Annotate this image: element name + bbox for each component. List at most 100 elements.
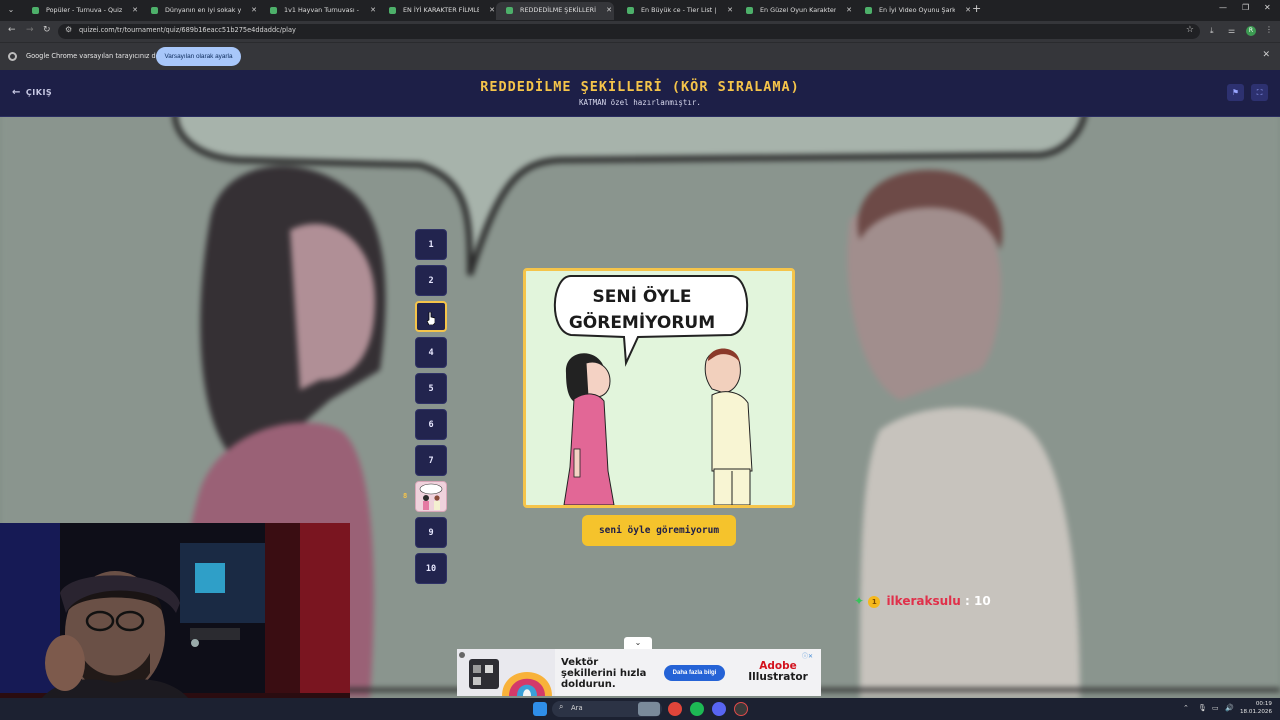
browser-tab[interactable]: 1v1 Hayvan Turnuvası - Tier List ✕ — [260, 2, 378, 20]
quiz-title: REDDEDİLME ŞEKİLLERİ (KÖR SIRALAMA) — [480, 79, 800, 95]
tab-title: En İyi Video Oyunu Şarkısı (GÜ — [879, 6, 955, 14]
thumbnail-image — [416, 482, 446, 511]
ad-headline: Vektör şekillerini hızla doldurun. — [561, 657, 647, 690]
site-info-icon[interactable]: ⚙ — [65, 25, 72, 34]
close-tab-icon[interactable]: ✕ — [489, 2, 495, 18]
quiz-header: ← ÇIKIŞ REDDEDİLME ŞEKİLLERİ (KÖR SIRALAM… — [0, 70, 1280, 117]
obs-app-icon[interactable] — [734, 702, 748, 716]
chat-username: ilkeraksulu — [886, 594, 961, 608]
restore-icon[interactable]: ❐ — [1242, 3, 1249, 12]
taskbar-search-label: Ara — [571, 704, 583, 712]
spotify-app-icon[interactable] — [690, 702, 704, 716]
browser-tab[interactable]: EN İYİ KARAKTER FİLMLERİ TV ✕ — [379, 2, 497, 20]
infobar-message: Google Chrome varsayılan tarayıcınız değ… — [26, 52, 168, 60]
search-highlight-icon[interactable] — [638, 702, 660, 716]
ad-illustration — [457, 649, 555, 696]
tab-title: En Büyük ce - Tier List | Kör Sırala — [641, 6, 717, 14]
favicon-icon — [627, 7, 634, 14]
ad-brand-line-2: Illustrator — [748, 671, 808, 683]
rank-slot-8-thumbnail[interactable] — [415, 481, 447, 512]
tab-title: En Güzel Oyun Karakteri - Tier — [760, 6, 836, 14]
browser-tab-active[interactable]: REDDEDİLME ŞEKİLLERİ (KÖR S... ✕ — [496, 2, 614, 20]
close-tab-icon[interactable]: ✕ — [132, 2, 138, 18]
browser-tab[interactable]: En İyi Video Oyunu Şarkısı (GÜ ✕ — [855, 2, 973, 20]
favicon-icon — [32, 7, 39, 14]
browser-tab[interactable]: En Güzel Oyun Karakteri - Tier ✕ — [736, 2, 854, 20]
tab-title: Popüler - Turnuva - Quizei — [46, 6, 122, 14]
rank-slot-6[interactable]: 6 — [415, 409, 447, 440]
reload-icon[interactable]: ↻ — [43, 25, 51, 35]
default-browser-infobar: Google Chrome varsayılan tarayıcınız değ… — [0, 42, 1280, 70]
browser-tab[interactable]: Dünyanın en iyi sokak yemeği ✕ — [141, 2, 259, 20]
profile-avatar[interactable]: R — [1246, 26, 1256, 36]
bookmark-star-icon[interactable]: ☆ — [1186, 25, 1194, 35]
tray-chevron-icon[interactable]: ⌃ — [1183, 704, 1189, 712]
back-arrow-icon[interactable]: ← — [8, 25, 16, 35]
window-close-icon[interactable]: ✕ — [1264, 3, 1271, 12]
taskbar-clock[interactable]: 00:19 18.01.2026 — [1240, 701, 1272, 716]
ad-info-icon[interactable]: ⓘ✕ — [802, 651, 818, 660]
rank-slot-10[interactable]: 10 — [415, 553, 447, 584]
answer-label-button[interactable]: seni öyle göremiyorum — [582, 515, 736, 546]
chat-separator: : — [965, 594, 970, 608]
discord-app-icon[interactable] — [712, 702, 726, 716]
favicon-icon — [270, 7, 277, 14]
close-tab-icon[interactable]: ✕ — [251, 2, 257, 18]
rank-number-8: 8 — [403, 492, 408, 500]
rank-slot-7[interactable]: 7 — [415, 445, 447, 476]
new-tab-button[interactable]: + — [972, 2, 981, 15]
tab-title: 1v1 Hayvan Turnuvası - Tier List — [284, 6, 360, 14]
favicon-icon — [506, 7, 513, 14]
search-icon: ⌕ — [559, 702, 564, 711]
quiz-subtitle: KATMAN özel hazırlanmıştır. — [579, 98, 701, 107]
ad-learn-more-button[interactable]: Daha fazla bilgi — [664, 665, 725, 681]
rank-slot-2[interactable]: 2 — [415, 265, 447, 296]
speech-text-line-1: SENİ ÖYLE — [593, 285, 692, 307]
ad-collapse-toggle[interactable]: ⌄ — [624, 637, 652, 649]
webcam-image — [0, 523, 350, 720]
chrome-app-icon[interactable] — [668, 702, 682, 716]
set-default-button[interactable]: Varsayılan olarak ayarla — [156, 47, 241, 66]
rank-slot-5[interactable]: 5 — [415, 373, 447, 404]
chat-message: 10 — [974, 594, 991, 608]
plus-badge-icon: ✦ — [854, 594, 865, 608]
quiz-item-card: SENİ ÖYLE GÖREMİYORUM — [523, 268, 795, 508]
infobar-close-icon[interactable]: ✕ — [1262, 50, 1270, 60]
favicon-icon — [746, 7, 753, 14]
rank-slot-1[interactable]: 1 — [415, 229, 447, 260]
rank-slot-4[interactable]: 4 — [415, 337, 447, 368]
speech-text-line-2: GÖREMİYORUM — [569, 311, 715, 333]
tab-title: REDDEDİLME ŞEKİLLERİ (KÖR S... — [520, 6, 596, 14]
microphone-icon[interactable]: 🎙 — [1198, 704, 1207, 712]
forward-arrow-icon[interactable]: → — [26, 25, 34, 35]
minimize-icon[interactable]: — — [1219, 3, 1227, 12]
tab-search-button[interactable]: ⌄ — [4, 3, 18, 17]
fullscreen-icon[interactable]: ⛶ — [1251, 84, 1268, 101]
close-tab-icon[interactable]: ✕ — [606, 2, 612, 18]
favicon-icon — [865, 7, 872, 14]
advertisement-banner[interactable]: Vektör şekillerini hızla doldurun. Daha … — [457, 649, 821, 696]
close-tab-icon[interactable]: ✕ — [965, 2, 971, 18]
browser-tab-strip: ⌄ Popüler - Turnuva - Quizei ✕ Dünyanın e… — [0, 0, 1280, 21]
hand-cursor-icon — [427, 312, 435, 325]
network-icon[interactable]: ▭ — [1212, 704, 1219, 712]
clock-date: 18.01.2026 — [1240, 708, 1273, 715]
extension-icon[interactable]: ⚌ — [1228, 26, 1235, 35]
flag-icon[interactable]: ⚑ — [1227, 84, 1244, 101]
close-tab-icon[interactable]: ✕ — [370, 2, 376, 18]
browser-tab[interactable]: En Büyük ce - Tier List | Kör Sırala ✕ — [617, 2, 735, 20]
chrome-logo-icon — [8, 52, 17, 61]
close-tab-icon[interactable]: ✕ — [846, 2, 852, 18]
download-icon[interactable]: ⤓ — [1210, 26, 1214, 36]
url-text[interactable]: quizei.com/tr/tournament/quiz/689b16eacc… — [79, 26, 296, 34]
address-bar[interactable]: ⚙ quizei.com/tr/tournament/quiz/689b16ea… — [58, 24, 1200, 39]
start-windows-icon[interactable] — [533, 702, 547, 716]
chevron-down-icon: ⌄ — [634, 638, 642, 647]
ad-brand: Adobe Illustrator — [747, 661, 809, 683]
tab-title: EN İYİ KARAKTER FİLMLERİ TV — [403, 6, 479, 14]
close-tab-icon[interactable]: ✕ — [727, 2, 733, 18]
browser-tab[interactable]: Popüler - Turnuva - Quizei ✕ — [22, 2, 140, 20]
chrome-menu-icon[interactable]: ⋮ — [1265, 25, 1273, 34]
rank-slot-9[interactable]: 9 — [415, 517, 447, 548]
volume-icon[interactable]: 🔊 — [1225, 704, 1234, 712]
